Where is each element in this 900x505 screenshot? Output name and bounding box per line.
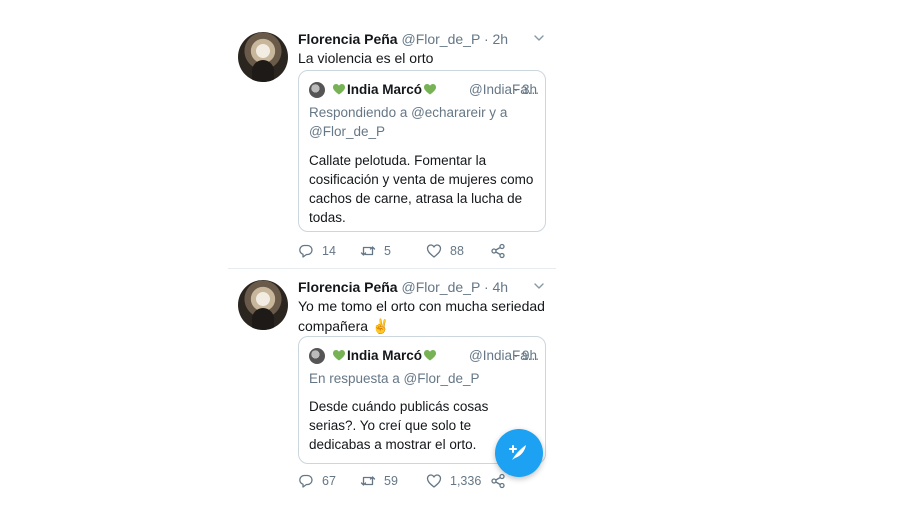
reply-icon (299, 244, 313, 258)
separator: · (513, 82, 519, 97)
chevron-down-icon[interactable] (532, 31, 546, 45)
compose-tweet-icon (509, 445, 526, 460)
retweet-icon (360, 476, 376, 486)
quoted-tweet-text: Callate pelotuda. Fomentar la cosificaci… (309, 153, 534, 225)
reply-icon (299, 474, 313, 488)
quoted-tweet-header: India Marcó @IndiaFa... · 9h (309, 347, 539, 365)
share-icon (491, 473, 505, 489)
tweet[interactable]: Florencia Peña @Flor_de_P · 2h La violen… (228, 24, 556, 268)
quoted-author-name-group: India Marcó (331, 347, 438, 365)
quoted-tweet[interactable]: India Marcó @IndiaFa... · 3h Respondiend… (298, 70, 546, 232)
quoted-tweet-time-group: · 3h (514, 81, 537, 99)
compose-tweet-button[interactable] (495, 429, 543, 477)
retweet-count: 59 (384, 474, 398, 488)
reply-count: 14 (322, 244, 336, 258)
separator: · (513, 348, 519, 363)
chevron-down-icon[interactable] (532, 279, 546, 293)
author-name[interactable]: Florencia Peña (298, 279, 398, 295)
tweet-actions: 67 59 1,336 (298, 472, 538, 490)
share-icon (491, 243, 505, 259)
like-icon (426, 474, 442, 488)
avatar[interactable] (238, 32, 288, 82)
quoted-author-name-group: India Marcó (331, 81, 438, 99)
tweet-divider (228, 268, 556, 269)
quoted-avatar (309, 82, 325, 98)
reply-context: En respuesta a @Flor_de_P (309, 371, 480, 386)
green-heart-emoji-icon (424, 84, 437, 95)
tweet-time[interactable]: 4h (493, 279, 509, 295)
like-icon (426, 244, 442, 258)
retweet-count: 5 (384, 244, 391, 258)
tweet-header: Florencia Peña @Flor_de_P · 4h (298, 278, 548, 296)
tweet-time[interactable]: 2h (493, 31, 509, 47)
author-handle[interactable]: @Flor_de_P (401, 31, 480, 47)
green-heart-emoji-icon (333, 84, 345, 95)
retweet-icon (360, 246, 376, 256)
author-name[interactable]: Florencia Peña (298, 31, 398, 47)
reply-context: Respondiendo a @echarareir y a @Flor_de_… (309, 105, 508, 139)
separator: · (483, 31, 489, 47)
quoted-author-name: India Marcó (347, 348, 423, 363)
tweet-text: La violencia es el orto (298, 48, 546, 68)
reply-count: 67 (322, 474, 336, 488)
quoted-author-name: India Marcó (347, 82, 423, 97)
tweet-actions: 14 5 88 (298, 242, 538, 260)
tweet-text: Yo me tomo el orto con mucha seriedad co… (298, 296, 546, 336)
like-count: 88 (450, 244, 464, 258)
victory-hand-emoji: ✌ (371, 318, 390, 334)
quoted-tweet-header: India Marcó @IndiaFa... · 3h (309, 81, 539, 99)
tweet-text-content: Yo me tomo el orto con mucha seriedad co… (298, 298, 545, 334)
quoted-tweet-time: 9h (521, 348, 537, 363)
avatar[interactable] (238, 280, 288, 330)
tweet-text-content: La violencia es el orto (298, 50, 434, 66)
green-heart-emoji-icon (333, 350, 345, 361)
green-heart-emoji-icon (424, 350, 437, 361)
quoted-tweet-time: 3h (521, 82, 537, 97)
quoted-tweet-time-group: · 9h (514, 347, 537, 365)
separator: · (483, 279, 489, 295)
like-count: 1,336 (450, 474, 482, 488)
author-handle[interactable]: @Flor_de_P (401, 279, 480, 295)
quoted-avatar (309, 348, 325, 364)
tweet-header: Florencia Peña @Flor_de_P · 2h (298, 30, 548, 48)
